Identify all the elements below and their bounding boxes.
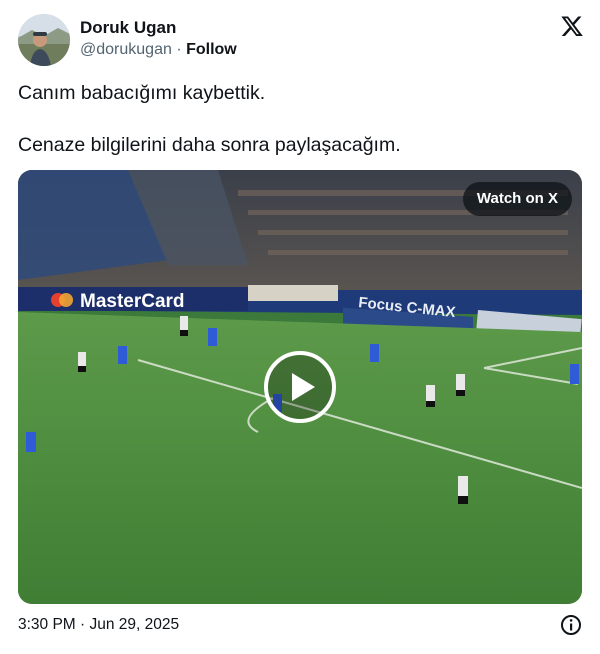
author-handle[interactable]: @dorukugan <box>80 41 172 58</box>
follow-button[interactable]: Follow <box>186 41 237 58</box>
tweet-line-1: Canım babacığımı kaybettik. <box>18 82 266 104</box>
separator: · <box>176 41 182 58</box>
timestamp[interactable]: 3:30 PM · Jun 29, 2025 <box>18 616 179 634</box>
video-player[interactable]: MasterCard Focus C-MAX Watch on X <box>18 170 582 604</box>
author-handle-line: @dorukugan · Follow <box>80 41 237 59</box>
x-logo-icon[interactable] <box>560 14 584 38</box>
tweet-line-2: Cenaze bilgilerini daha sonra paylaşacağ… <box>18 134 401 156</box>
tweet-footer: 3:30 PM · Jun 29, 2025 <box>18 614 584 638</box>
ad-board-mastercard: MasterCard <box>80 291 185 312</box>
watch-on-x-button[interactable]: Watch on X <box>462 182 572 216</box>
info-icon[interactable] <box>560 614 582 636</box>
avatar-photo <box>18 14 70 66</box>
tweet-text: Canım babacığımı kaybettik. Cenaze bilgi… <box>18 80 578 158</box>
avatar[interactable] <box>18 14 70 66</box>
tweet-header: Doruk Ugan @dorukugan · Follow <box>18 12 584 68</box>
play-icon[interactable] <box>264 351 336 423</box>
author-name[interactable]: Doruk Ugan <box>80 18 176 38</box>
